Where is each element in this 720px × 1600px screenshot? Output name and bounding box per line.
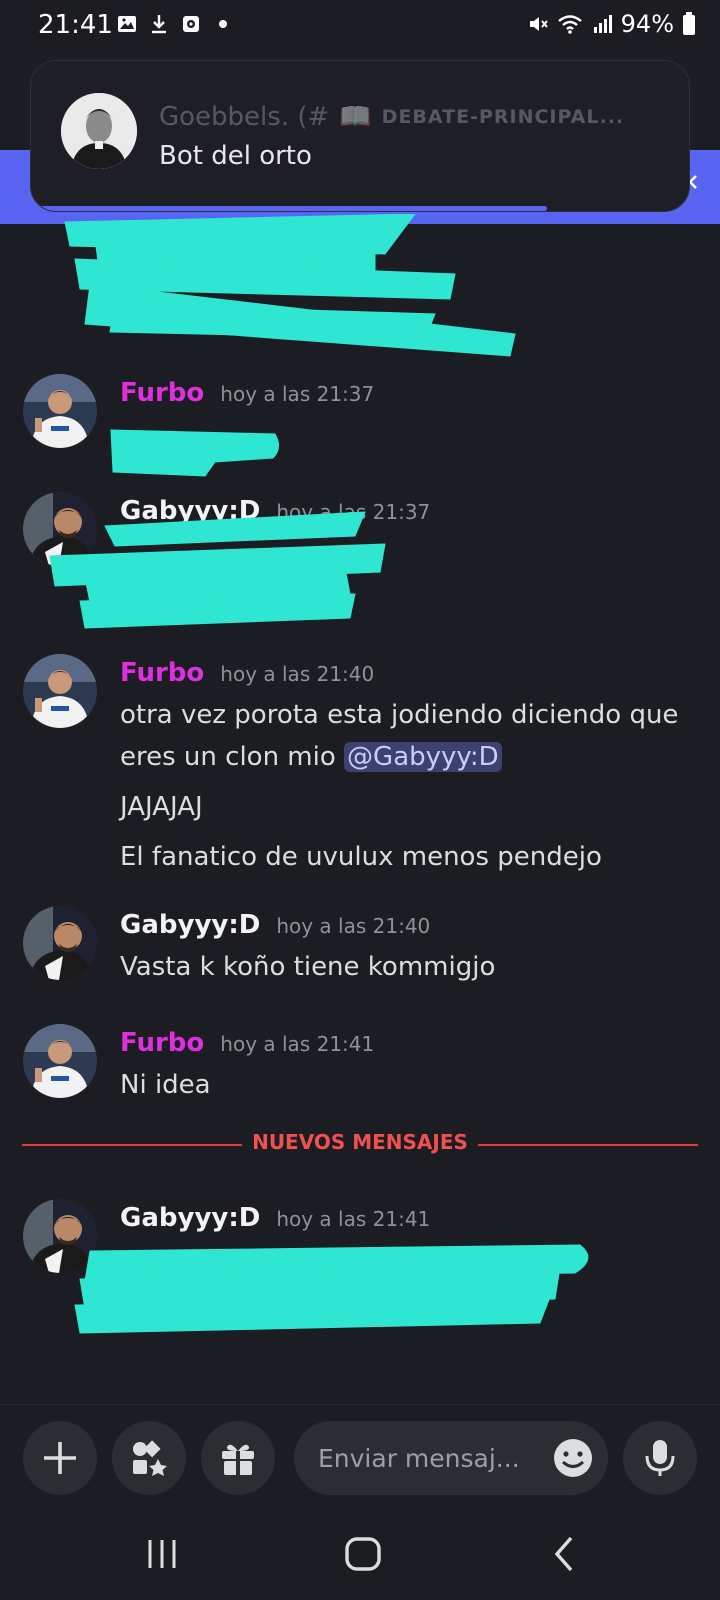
redaction-scribble — [110, 429, 279, 477]
avatar[interactable] — [23, 654, 97, 728]
recent-apps-icon[interactable] — [142, 1534, 182, 1574]
screen-record-icon — [183, 16, 199, 32]
mute-icon — [529, 17, 548, 31]
redaction-scribble — [49, 511, 386, 629]
user-mention[interactable]: @Gabyyy:D — [344, 742, 502, 772]
author-name[interactable]: Furbo — [120, 658, 204, 688]
status-system-icons: 94% — [527, 10, 696, 38]
battery-percent: 94% — [620, 10, 674, 38]
message-timestamp: hoy a las 21:40 — [276, 914, 431, 938]
gift-icon — [222, 1444, 254, 1475]
message-item[interactable]: Gabyyy:D hoy a las 21:40 Vasta k koño ti… — [0, 906, 720, 986]
redaction-scribble — [64, 214, 516, 357]
message-timestamp: hoy a las 21:41 — [276, 1207, 431, 1231]
message-item[interactable]: Furbo hoy a las 21:41 Ni idea — [0, 1024, 720, 1104]
battery-icon — [683, 12, 695, 35]
message-input-container[interactable] — [294, 1421, 608, 1495]
message-content: Ni idea — [120, 1070, 211, 1100]
notification-progress — [31, 206, 547, 211]
attach-button[interactable] — [23, 1421, 97, 1495]
book-icon: 📖 — [339, 102, 372, 132]
status-notification-icons — [116, 13, 234, 35]
dot-icon — [219, 20, 227, 28]
message-timestamp: hoy a las 21:40 — [220, 662, 375, 686]
avatar[interactable] — [23, 374, 97, 448]
signal-icon — [593, 15, 612, 33]
notification-channel: DEBATE-PRINCIPAL... — [381, 106, 625, 128]
notification-author: Goebbels. (# — [159, 102, 330, 132]
back-icon[interactable] — [545, 1534, 585, 1574]
status-bar: 21:41 94% — [0, 0, 720, 52]
author-name[interactable]: Gabyyy:D — [120, 1203, 260, 1233]
avatar[interactable] — [23, 906, 97, 980]
notification-title: Goebbels. (# 📖 DEBATE-PRINCIPAL... — [159, 97, 679, 137]
plus-icon — [44, 1442, 76, 1474]
author-name[interactable]: Furbo — [120, 378, 204, 408]
emoji-icon[interactable] — [552, 1437, 594, 1479]
message-input[interactable] — [318, 1439, 538, 1477]
message-item[interactable]: Furbo hoy a las 21:37 — [0, 374, 720, 484]
redaction-scribble — [74, 1244, 589, 1334]
wifi-icon — [557, 15, 582, 34]
apps-icon — [133, 1440, 167, 1476]
status-time: 21:41 — [38, 10, 113, 40]
microphone-icon — [645, 1440, 675, 1476]
notification-message: Bot del orto — [159, 141, 312, 171]
message-composer — [0, 1404, 720, 1508]
download-icon — [152, 15, 166, 34]
notification-avatar — [61, 93, 137, 169]
message-item[interactable]: Gabyyy:D hoy a las 21:37 — [0, 492, 720, 632]
avatar[interactable] — [23, 1024, 97, 1098]
message-item[interactable]: Furbo hoy a las 21:40 otra vez porota es… — [0, 654, 720, 872]
message-timestamp: hoy a las 21:37 — [220, 382, 375, 406]
voice-message-button[interactable] — [623, 1421, 697, 1495]
message-item[interactable]: Gabyyy:D hoy a las 21:41 — [0, 1199, 720, 1339]
image-icon — [118, 16, 136, 32]
message-line: JAJAJAJ — [120, 792, 203, 822]
new-messages-divider: NUEVOS MENSAJES — [22, 1130, 698, 1154]
notification-toast[interactable]: Goebbels. (# 📖 DEBATE-PRINCIPAL... Bot d… — [30, 60, 690, 212]
message-list[interactable]: Furbo hoy a las 21:37 Gabyyy:D hoy a las… — [0, 214, 720, 1404]
message-content: Vasta k koño tiene kommigjo — [120, 952, 496, 982]
message-content: otra vez porota esta jodiendo diciendo q… — [120, 694, 690, 886]
message-timestamp: hoy a las 21:41 — [220, 1032, 375, 1056]
home-icon[interactable] — [343, 1534, 383, 1574]
gift-button[interactable] — [201, 1421, 275, 1495]
new-messages-label: NUEVOS MENSAJES — [252, 1130, 468, 1154]
system-nav-bar — [0, 1508, 720, 1600]
author-name[interactable]: Gabyyy:D — [120, 910, 260, 940]
message-line: otra vez porota esta jodiendo diciendo q… — [120, 694, 690, 778]
author-name[interactable]: Furbo — [120, 1028, 204, 1058]
message-line: El fanatico de uvulux menos pendejo — [120, 842, 602, 872]
apps-button[interactable] — [112, 1421, 186, 1495]
